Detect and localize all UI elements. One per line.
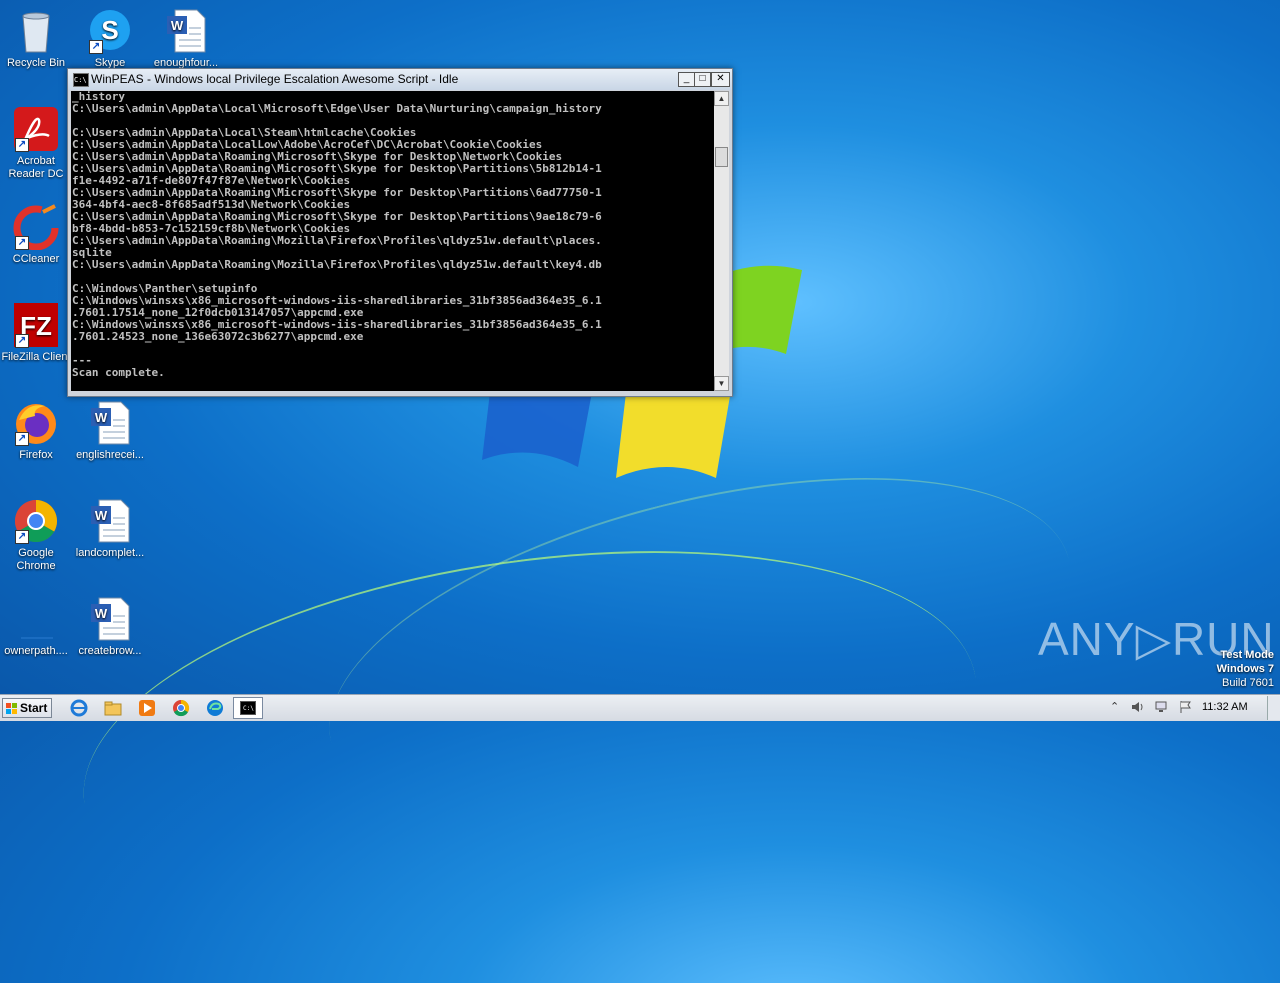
skype-icon: S ↗ — [87, 8, 133, 54]
word-document-icon: W — [87, 400, 133, 446]
show-desktop-button[interactable] — [1267, 696, 1280, 720]
test-mode-notice: Test Mode Windows 7 Build 7601 — [1217, 648, 1274, 690]
word-document-icon: W — [163, 8, 209, 54]
winpeas-console-window[interactable]: C:\ WinPEAS - Windows local Privilege Es… — [67, 68, 733, 397]
firefox-icon: ↗ — [13, 400, 59, 446]
desktop-icon-createbrow[interactable]: W createbrow... — [74, 596, 146, 658]
svg-text:W: W — [95, 508, 108, 523]
svg-text:W: W — [171, 18, 184, 33]
console-icon: C:\ — [73, 73, 89, 87]
word-document-icon: W — [87, 498, 133, 544]
desktop-icon-recycle-bin[interactable]: Recycle Bin — [0, 8, 72, 70]
shortcut-arrow-icon: ↗ — [15, 138, 29, 152]
maximize-button[interactable]: □ — [694, 72, 711, 87]
chrome-icon: ↗ — [13, 498, 59, 544]
build-label: Build 7601 — [1222, 677, 1274, 689]
acrobat-icon: ↗ — [13, 106, 59, 152]
shortcut-arrow-icon: ↗ — [15, 432, 29, 446]
taskbar-console-button[interactable]: C:\ — [233, 697, 263, 719]
filezilla-icon: FZ ↗ — [13, 302, 59, 348]
desktop-icon-skype[interactable]: S ↗ Skype — [74, 8, 146, 70]
action-center-flag-icon[interactable] — [1178, 700, 1192, 714]
explorer-folder-icon[interactable] — [104, 699, 122, 717]
windows-flag-icon — [6, 703, 17, 714]
desktop-icon-englishrecei[interactable]: W englishrecei... — [74, 400, 146, 462]
scroll-down-arrow-icon[interactable]: ▼ — [714, 376, 729, 391]
start-label: Start — [20, 701, 48, 715]
svg-text:W: W — [95, 606, 108, 621]
test-mode-label: Test Mode — [1220, 649, 1274, 661]
console-output[interactable]: _history C:\Users\admin\AppData\Local\Mi… — [71, 91, 714, 391]
shortcut-arrow-icon: ↗ — [15, 530, 29, 544]
desktop-icon-firefox[interactable]: ↗ Firefox — [0, 400, 72, 462]
window-titlebar[interactable]: C:\ WinPEAS - Windows local Privilege Es… — [68, 69, 732, 90]
ccleaner-icon: ↗ — [13, 204, 59, 251]
desktop-icon-filezilla[interactable]: FZ ↗ FileZilla Client — [0, 302, 72, 364]
svg-text:C:\: C:\ — [243, 705, 254, 712]
internet-explorer-icon[interactable] — [70, 699, 88, 717]
taskbar-clock[interactable]: 11:32 AM — [1202, 701, 1248, 713]
desktop-icon-landcomplet[interactable]: W landcomplet... — [74, 498, 146, 560]
network-icon[interactable] — [1154, 700, 1168, 714]
close-button[interactable]: ✕ — [711, 72, 730, 87]
svg-text:W: W — [95, 410, 108, 425]
scroll-thumb[interactable] — [715, 147, 728, 167]
word-document-icon: W — [87, 596, 133, 642]
vertical-scrollbar[interactable]: ▲ ▼ — [714, 91, 729, 391]
desktop-icon-enoughfour[interactable]: W enoughfour... — [150, 8, 222, 70]
recycle-bin-icon — [13, 8, 59, 54]
window-title: WinPEAS - Windows local Privilege Escala… — [91, 72, 459, 86]
media-player-icon[interactable] — [138, 699, 156, 717]
minimize-button[interactable]: _ — [678, 72, 695, 87]
blank-file-icon — [13, 596, 59, 642]
desktop-icon-acrobat[interactable]: ↗ Acrobat Reader DC — [0, 106, 72, 181]
desktop-icon-ccleaner[interactable]: ↗ CCleaner — [0, 204, 72, 266]
scroll-up-arrow-icon[interactable]: ▲ — [714, 91, 729, 106]
svg-text:S: S — [101, 15, 118, 45]
shortcut-arrow-icon: ↗ — [15, 334, 29, 348]
shortcut-arrow-icon: ↗ — [89, 40, 103, 54]
start-button[interactable]: Start — [2, 698, 52, 718]
volume-icon[interactable] — [1130, 700, 1144, 714]
console-text: _history C:\Users\admin\AppData\Local\Mi… — [72, 91, 602, 379]
os-label: Windows 7 — [1216, 663, 1274, 675]
shortcut-arrow-icon: ↗ — [15, 236, 29, 250]
tray-expand-icon[interactable]: ⌃ — [1110, 700, 1124, 714]
edge-icon[interactable] — [206, 699, 224, 717]
desktop-icon-ownerpath[interactable]: ownerpath.... — [0, 596, 72, 658]
desktop-icon-chrome[interactable]: ↗ Google Chrome — [0, 498, 72, 573]
console-icon: C:\ — [240, 701, 256, 715]
taskbar: Start C:\ ⌃ 11:32 AM — [0, 694, 1280, 721]
chrome-taskbar-icon[interactable] — [172, 699, 190, 717]
